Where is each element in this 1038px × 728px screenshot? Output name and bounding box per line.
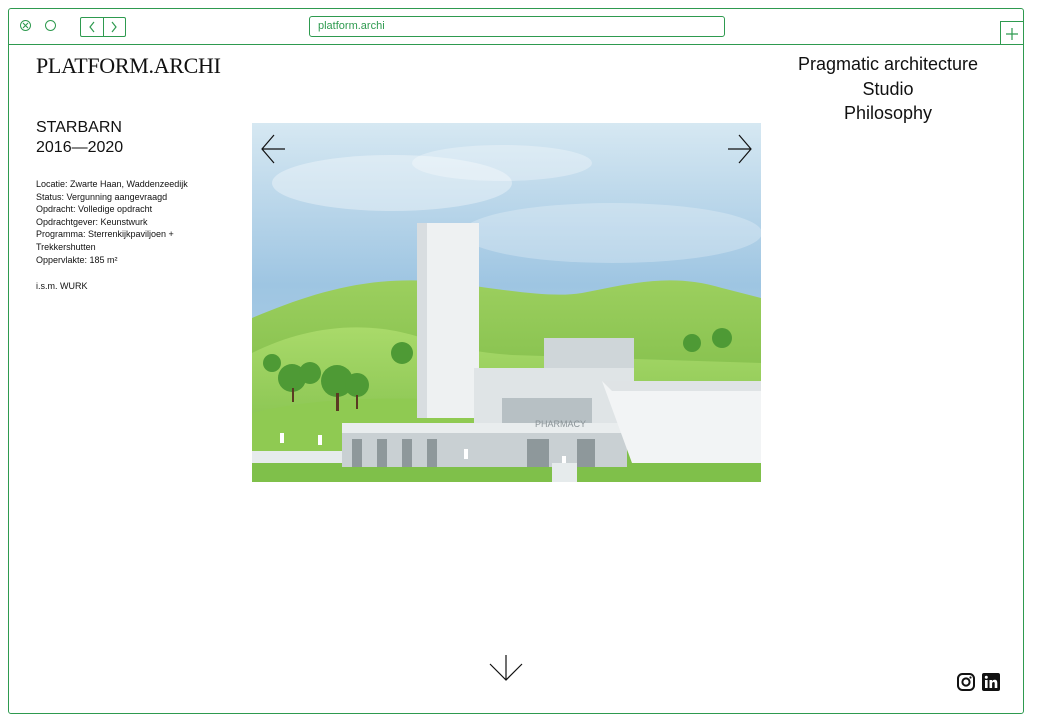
nav-item-philosophy[interactable]: Philosophy bbox=[768, 101, 1008, 126]
nav-item-studio[interactable]: Studio bbox=[768, 77, 1008, 102]
detail-assignment: Opdracht: Volledige opdracht bbox=[36, 204, 153, 215]
project-heading: STARBARN 2016—2020 bbox=[36, 118, 123, 158]
project-name: STARBARN bbox=[36, 119, 122, 136]
detail-program: Programma: Sterrenkijkpaviljoen + bbox=[36, 229, 174, 240]
detail-area: Oppervlakte: 185 m² bbox=[36, 254, 118, 265]
arrow-left-icon[interactable] bbox=[260, 132, 286, 166]
history-nav bbox=[80, 17, 126, 37]
browser-toolbar: platform.archi bbox=[9, 9, 1024, 45]
plus-icon bbox=[1006, 27, 1018, 40]
site-logo[interactable]: PLATFORM.ARCHI bbox=[36, 53, 221, 79]
main-nav: Pragmatic architecture Studio Philosophy bbox=[768, 52, 1008, 126]
detail-credit: i.s.m. WURK bbox=[36, 281, 88, 292]
detail-program-cont: Trekkershutten bbox=[36, 241, 96, 252]
nav-item-pragmatic-architecture[interactable]: Pragmatic architecture bbox=[768, 52, 1008, 77]
linkedin-icon[interactable] bbox=[982, 673, 1000, 691]
detail-status: Status: Vergunning aangevraagd bbox=[36, 191, 168, 202]
instagram-icon[interactable] bbox=[957, 673, 975, 691]
detail-location: Locatie: Zwarte Haan, Waddenzeedijk bbox=[36, 179, 188, 189]
project-image: PHARMACY bbox=[252, 123, 761, 482]
new-tab-button[interactable] bbox=[1000, 21, 1024, 45]
close-icon[interactable] bbox=[20, 20, 31, 31]
address-bar[interactable]: platform.archi bbox=[309, 16, 725, 37]
back-button[interactable] bbox=[81, 18, 103, 36]
project-years: 2016—2020 bbox=[36, 139, 124, 156]
building-sign: PHARMACY bbox=[535, 419, 586, 429]
arrow-down-icon[interactable] bbox=[488, 654, 524, 682]
detail-client: Opdrachtgever: Keunstwurk bbox=[36, 216, 148, 227]
back-icon bbox=[88, 21, 95, 33]
forward-button[interactable] bbox=[102, 18, 126, 36]
forward-icon bbox=[111, 21, 118, 33]
arrow-right-icon[interactable] bbox=[727, 132, 753, 166]
minimize-icon[interactable] bbox=[45, 20, 56, 31]
project-details: Locatie: Zwarte Haan, Waddenzeedijk Stat… bbox=[36, 178, 206, 293]
